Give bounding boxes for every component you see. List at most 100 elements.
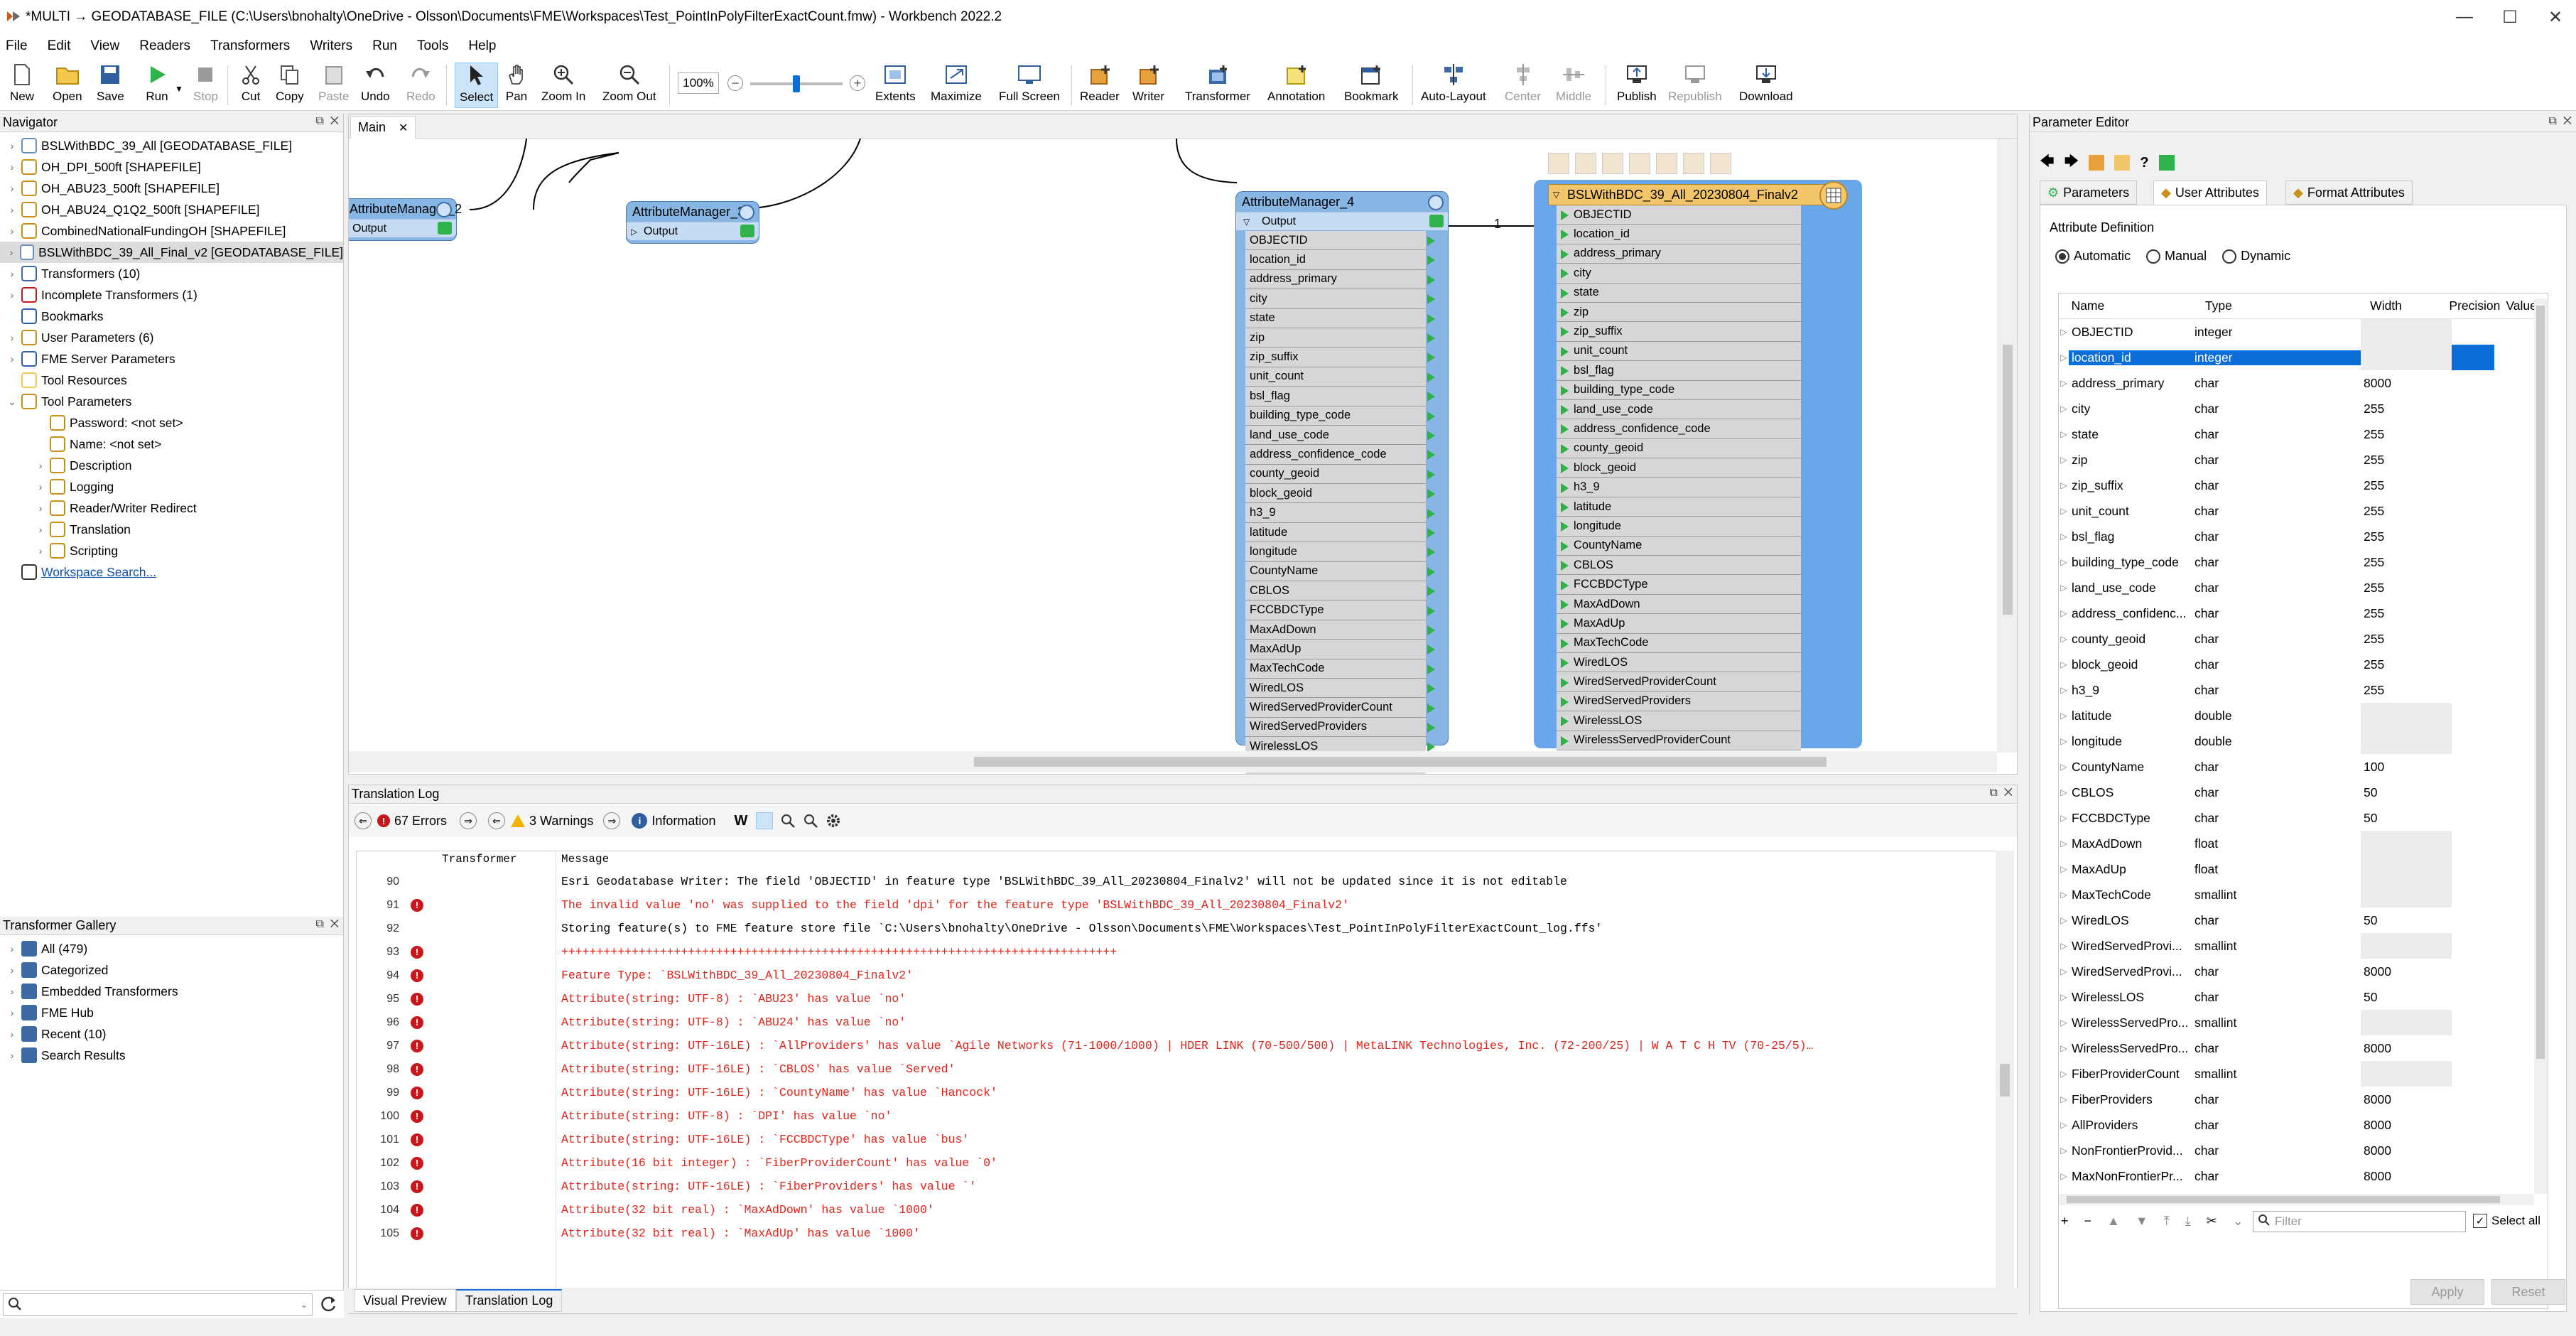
attribute-table-row[interactable]: ▷ FCCBDCType char 50 xyxy=(2059,805,2548,831)
attribute-row[interactable]: WirelessLOS xyxy=(1557,711,1801,731)
expand-toggle-icon[interactable]: › xyxy=(6,964,18,976)
radio-dynamic[interactable]: Dynamic xyxy=(2222,249,2290,264)
menu-writers[interactable]: Writers xyxy=(300,38,362,54)
menu-view[interactable]: View xyxy=(80,38,129,54)
attribute-precision-cell[interactable] xyxy=(2403,1087,2452,1112)
navigator-item[interactable]: Bookmarks xyxy=(0,306,343,327)
gallery-search-input[interactable]: ⌄ xyxy=(3,1293,313,1316)
attribute-table-row[interactable]: ▷ MaxNonFrontierPr... char 8000 xyxy=(2059,1163,2548,1189)
output-port-arrow-icon[interactable] xyxy=(1427,489,1435,500)
download-button[interactable]: Download xyxy=(1739,63,1793,108)
log-row[interactable]: 101! Attribute(string: UTF-16LE) : `FCCBD… xyxy=(357,1128,1996,1151)
row-expand-icon[interactable]: ▷ xyxy=(2059,532,2069,542)
output-port-arrow-icon[interactable] xyxy=(1427,392,1435,402)
attribute-table-row[interactable]: ▷ WirelessLOS char 50 xyxy=(2059,984,2548,1010)
zoom-in-button[interactable]: Zoom In xyxy=(541,63,585,108)
attribute-row[interactable]: land_use_code xyxy=(1245,426,1426,446)
output-port-arrow-icon[interactable] xyxy=(1427,372,1435,382)
input-port-arrow-icon[interactable] xyxy=(1561,483,1569,493)
attribute-row[interactable]: h3_9 xyxy=(1245,503,1426,523)
attribute-precision-cell[interactable] xyxy=(2403,1163,2452,1189)
attribute-width-cell[interactable]: 50 xyxy=(2361,780,2403,805)
attribute-table-row[interactable]: ▷ address_confidenc... char 255 xyxy=(2059,600,2548,626)
attribute-width-cell[interactable]: 255 xyxy=(2361,421,2403,447)
attribute-name-cell[interactable]: h3_9 xyxy=(2069,683,2192,698)
attribute-table-row[interactable]: ▷ CountyName char 100 xyxy=(2059,754,2548,780)
inspect-icon[interactable] xyxy=(740,225,754,237)
attribute-row[interactable]: CountyName xyxy=(1557,537,1801,556)
attribute-name-cell[interactable]: unit_count xyxy=(2069,504,2192,519)
output-port[interactable]: ▷ Output xyxy=(627,222,759,240)
attribute-table-row[interactable]: ▷ WiredServedProvi... smallint xyxy=(2059,933,2548,959)
save-button[interactable]: Save xyxy=(97,63,124,108)
attribute-type-cell[interactable]: char xyxy=(2192,606,2361,621)
attribute-row[interactable]: state xyxy=(1245,309,1426,328)
row-expand-icon[interactable]: ▷ xyxy=(2059,787,2069,797)
add-row-icon[interactable]: + xyxy=(2061,1214,2069,1229)
attribute-type-cell[interactable]: float xyxy=(2192,836,2361,851)
attribute-precision-cell[interactable] xyxy=(2403,498,2452,524)
attribute-type-cell[interactable]: char xyxy=(2192,555,2361,570)
output-port-arrow-icon[interactable] xyxy=(1427,723,1435,733)
attribute-type-cell[interactable]: char xyxy=(2192,402,2361,416)
attribute-precision-cell[interactable] xyxy=(2403,524,2452,549)
input-port-arrow-icon[interactable] xyxy=(1561,308,1569,318)
publish-button[interactable]: Publish xyxy=(1617,63,1657,108)
attribute-table-row[interactable]: ▷ WirelessServedPro... smallint xyxy=(2059,1010,2548,1035)
attribute-width-cell[interactable] xyxy=(2361,856,2403,882)
row-expand-icon[interactable]: ▷ xyxy=(2059,659,2069,669)
attribute-precision-cell[interactable] xyxy=(2403,677,2452,703)
full-screen-button[interactable]: Full Screen xyxy=(999,63,1060,108)
attribute-type-cell[interactable]: char xyxy=(2192,990,2361,1005)
attribute-name-cell[interactable]: WirelessServedPro... xyxy=(2069,1041,2192,1056)
attribute-row[interactable]: WirelessServedProviderCount xyxy=(1557,731,1801,750)
attribute-type-cell[interactable]: char xyxy=(2192,1118,2361,1133)
attribute-table-row[interactable]: ▷ FiberProviderCount smallint xyxy=(2059,1061,2548,1087)
attribute-width-cell[interactable] xyxy=(2361,1010,2403,1035)
attribute-table-row[interactable]: ▷ WiredServedProvi... char 8000 xyxy=(2059,959,2548,984)
tab-parameters[interactable]: ⚙ Parameters xyxy=(2040,181,2138,205)
attribute-row[interactable]: address_confidence_code xyxy=(1557,419,1801,439)
attribute-width-cell[interactable] xyxy=(2361,703,2403,728)
input-port-arrow-icon[interactable] xyxy=(1561,600,1569,610)
attribute-row[interactable]: address_confidence_code xyxy=(1245,445,1426,465)
attribute-value-cell[interactable] xyxy=(2452,549,2494,575)
attribute-precision-cell[interactable] xyxy=(2403,652,2452,677)
attribute-value-cell[interactable] xyxy=(2452,703,2494,728)
scrollbar-thumb[interactable] xyxy=(974,757,1827,767)
stop-button[interactable]: Stop xyxy=(193,63,218,108)
attribute-table-row[interactable]: ▷ OBJECTID integer xyxy=(2059,319,2548,345)
attributes-vertical-scrollbar[interactable] xyxy=(2534,298,2547,1194)
add-reader-button[interactable]: Reader xyxy=(1080,63,1120,108)
forward-arrow-icon[interactable]: 🡆 xyxy=(2064,151,2079,175)
input-port-arrow-icon[interactable] xyxy=(1561,405,1569,415)
copy-button[interactable]: Copy xyxy=(276,63,304,108)
attribute-value-cell[interactable] xyxy=(2452,1138,2494,1163)
attribute-row[interactable]: longitude xyxy=(1245,542,1426,562)
attribute-width-cell[interactable]: 255 xyxy=(2361,575,2403,600)
attribute-row[interactable]: FCCBDCType xyxy=(1245,600,1426,620)
attribute-row[interactable]: MaxTechCode xyxy=(1245,659,1426,679)
attribute-precision-cell[interactable] xyxy=(2403,984,2452,1010)
attribute-value-cell[interactable] xyxy=(2452,856,2494,882)
attribute-width-cell[interactable] xyxy=(2361,882,2403,907)
attribute-type-cell[interactable]: char xyxy=(2192,1143,2361,1158)
log-settings-gear-icon[interactable] xyxy=(826,813,841,829)
expand-toggle-icon[interactable]: › xyxy=(6,986,18,997)
attribute-row[interactable]: unit_count xyxy=(1557,342,1801,362)
attribute-width-cell[interactable]: 8000 xyxy=(2361,1112,2403,1138)
attribute-type-cell[interactable]: char xyxy=(2192,376,2361,391)
attribute-name-cell[interactable]: county_geoid xyxy=(2069,632,2192,647)
attribute-row[interactable]: MaxAdUp xyxy=(1245,640,1426,659)
expand-toggle-icon[interactable]: › xyxy=(6,1007,18,1018)
attribute-width-cell[interactable]: 100 xyxy=(2361,754,2403,780)
attribute-table-row[interactable]: ▷ MaxAdDown float xyxy=(2059,831,2548,856)
expand-toggle-icon[interactable]: › xyxy=(6,247,17,258)
row-expand-icon[interactable]: ▷ xyxy=(2059,557,2069,567)
attribute-name-cell[interactable]: WiredLOS xyxy=(2069,913,2192,928)
panel-float-close-buttons[interactable]: ⧉ ✕ xyxy=(2548,115,2572,128)
attribute-row[interactable]: land_use_code xyxy=(1557,400,1801,420)
input-port-arrow-icon[interactable] xyxy=(1561,638,1569,649)
attribute-precision-cell[interactable] xyxy=(2403,345,2452,370)
attribute-table-row[interactable]: ▷ city char 255 xyxy=(2059,396,2548,421)
